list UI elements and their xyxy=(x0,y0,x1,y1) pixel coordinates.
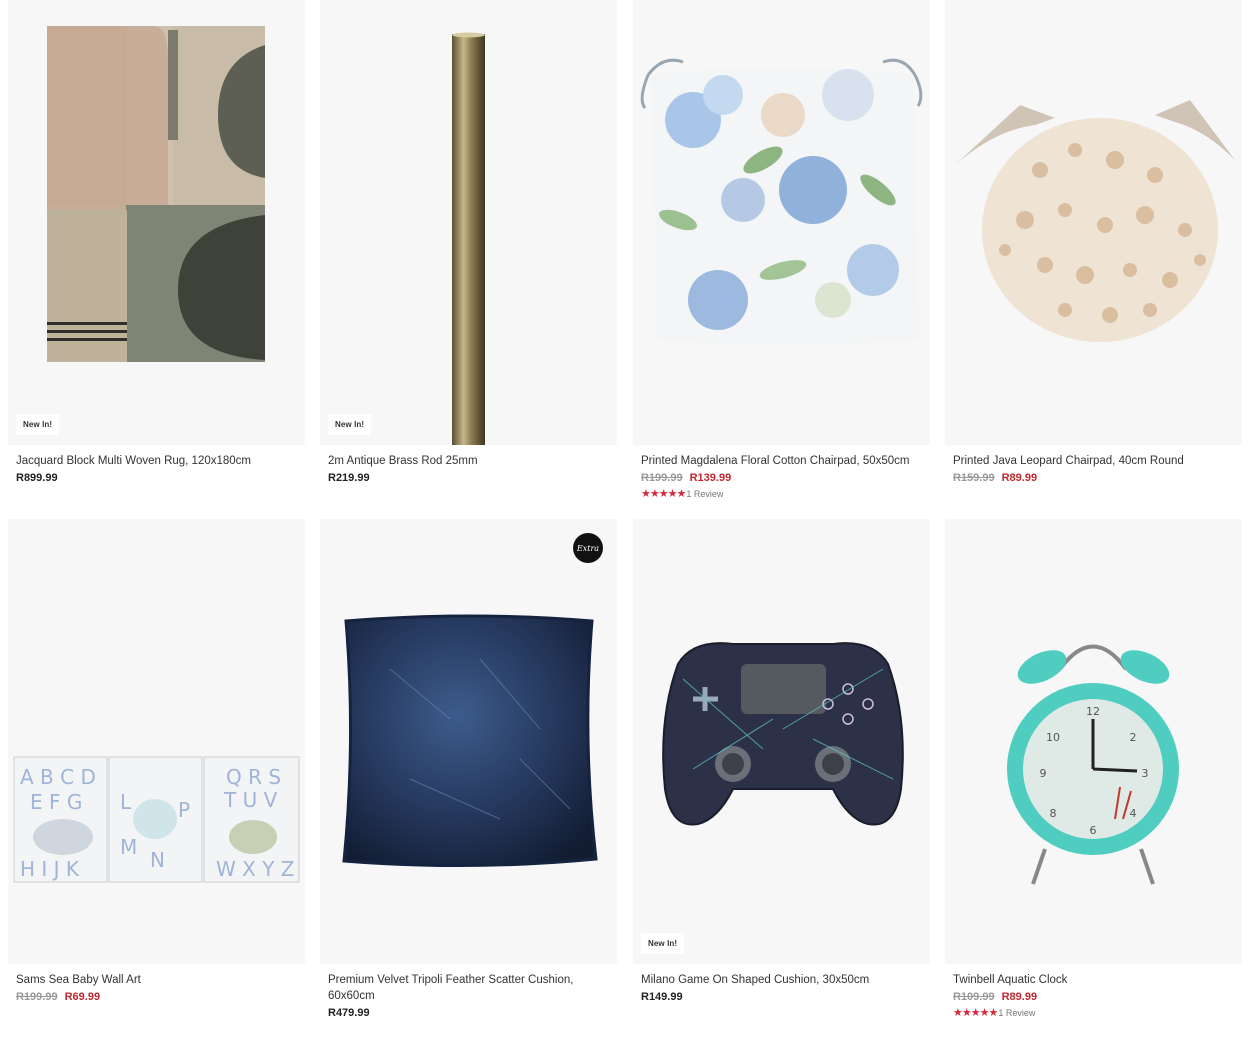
svg-text:Q R S: Q R S xyxy=(226,765,281,789)
sale-price: R69.99 xyxy=(64,991,101,1003)
svg-text:H I J K: H I J K xyxy=(20,857,80,881)
product-image[interactable]: New In! xyxy=(8,0,305,445)
product-title[interactable]: Sams Sea Baby Wall Art xyxy=(16,972,297,988)
new-in-badge: New In! xyxy=(641,933,685,954)
floral-chairpad-image xyxy=(640,58,923,344)
svg-text:T U V: T U V xyxy=(223,788,278,812)
velvet-cushion-image xyxy=(342,614,598,868)
svg-text:3: 3 xyxy=(1142,767,1149,780)
product-title[interactable]: Printed Java Leopard Chairpad, 40cm Roun… xyxy=(953,453,1234,469)
star-rating-icon: ★★★★★ xyxy=(641,488,686,500)
product-card[interactable]: Printed Magdalena Floral Cotton Chairpad… xyxy=(633,0,930,500)
product-card[interactable]: Printed Java Leopard Chairpad, 40cm Roun… xyxy=(945,0,1242,484)
new-in-badge: New In! xyxy=(328,414,372,435)
svg-text:4: 4 xyxy=(1130,807,1137,820)
product-image[interactable] xyxy=(945,0,1242,445)
svg-text:2: 2 xyxy=(1130,731,1137,744)
svg-text:W X Y Z: W X Y Z xyxy=(216,857,294,881)
svg-text:A B C D: A B C D xyxy=(20,765,96,789)
svg-text:8: 8 xyxy=(1050,807,1057,820)
svg-text:E F G: E F G xyxy=(30,790,82,814)
extra-badge: Extra xyxy=(573,533,603,563)
svg-text:M: M xyxy=(120,835,137,859)
was-price: R159.99 xyxy=(953,472,995,484)
product-price: R479.99 xyxy=(328,1007,370,1019)
rating[interactable]: ★★★★★ 1 Review xyxy=(953,1006,1234,1019)
product-title[interactable]: Printed Magdalena Floral Cotton Chairpad… xyxy=(641,453,922,469)
svg-text:12: 12 xyxy=(1086,705,1100,718)
product-grid: New In! Jacquard Block Multi Woven Rug, … xyxy=(0,0,1250,1052)
product-card[interactable]: New In! 2m Antique Brass Rod 25mm R219.9… xyxy=(320,0,617,484)
svg-text:L: L xyxy=(120,790,132,814)
svg-text:9: 9 xyxy=(1040,767,1047,780)
wall-art-image: A B C DE F G H I J K L P MN Q R ST U V W X Y… xyxy=(13,756,300,883)
svg-text:10: 10 xyxy=(1046,731,1060,744)
brass-rod-image xyxy=(452,32,485,445)
was-price: R199.99 xyxy=(641,472,683,484)
review-count[interactable]: 1 Review xyxy=(686,489,723,499)
sale-price: R89.99 xyxy=(1001,991,1038,1003)
product-image[interactable]: A B C DE F G H I J K L P MN Q R ST U V W X Y… xyxy=(8,519,305,964)
sale-price: R89.99 xyxy=(1001,472,1038,484)
star-rating-icon: ★★★★★ xyxy=(953,1007,998,1019)
new-in-badge: New In! xyxy=(16,414,60,435)
product-price: R219.99 xyxy=(328,472,370,484)
review-count[interactable]: 1 Review xyxy=(998,1008,1035,1018)
rug-image xyxy=(47,26,265,362)
product-card[interactable]: New In! Milano Game On Shaped Cushion, 3… xyxy=(633,519,930,1003)
product-image[interactable]: New In! xyxy=(320,0,617,445)
product-image[interactable]: New In! xyxy=(633,519,930,964)
svg-text:P: P xyxy=(178,798,190,822)
was-price: R109.99 xyxy=(953,991,995,1003)
product-card[interactable]: A B C DE F G H I J K L P MN Q R ST U V W X Y… xyxy=(8,519,305,1003)
product-card[interactable]: 12 2 3 4 6 8 9 10 Twinbell Aquatic Clock R109… xyxy=(945,519,1242,1019)
product-card[interactable]: Extra Premium Velvet Tripoli Feather Sca… xyxy=(320,519,617,1019)
sale-price: R139.99 xyxy=(689,472,732,484)
product-image[interactable]: Extra xyxy=(320,519,617,964)
product-title[interactable]: Twinbell Aquatic Clock xyxy=(953,972,1234,988)
was-price: R199.99 xyxy=(16,991,58,1003)
product-image[interactable]: 12 2 3 4 6 8 9 10 xyxy=(945,519,1242,964)
svg-text:6: 6 xyxy=(1090,824,1097,837)
svg-text:N: N xyxy=(150,848,165,872)
product-image[interactable] xyxy=(633,0,930,445)
product-title[interactable]: Jacquard Block Multi Woven Rug, 120x180c… xyxy=(16,453,297,469)
product-title[interactable]: Milano Game On Shaped Cushion, 30x50cm xyxy=(641,972,922,988)
product-title[interactable]: 2m Antique Brass Rod 25mm xyxy=(328,453,609,469)
rating[interactable]: ★★★★★ 1 Review xyxy=(641,487,922,500)
product-price: R149.99 xyxy=(641,991,683,1003)
controller-cushion-image xyxy=(662,642,904,826)
product-card[interactable]: New In! Jacquard Block Multi Woven Rug, … xyxy=(8,0,305,484)
clock-image: 12 2 3 4 6 8 9 10 xyxy=(1007,644,1179,885)
product-title[interactable]: Premium Velvet Tripoli Feather Scatter C… xyxy=(328,972,609,1004)
product-price: R899.99 xyxy=(16,472,58,484)
leopard-chairpad-image xyxy=(955,100,1235,342)
